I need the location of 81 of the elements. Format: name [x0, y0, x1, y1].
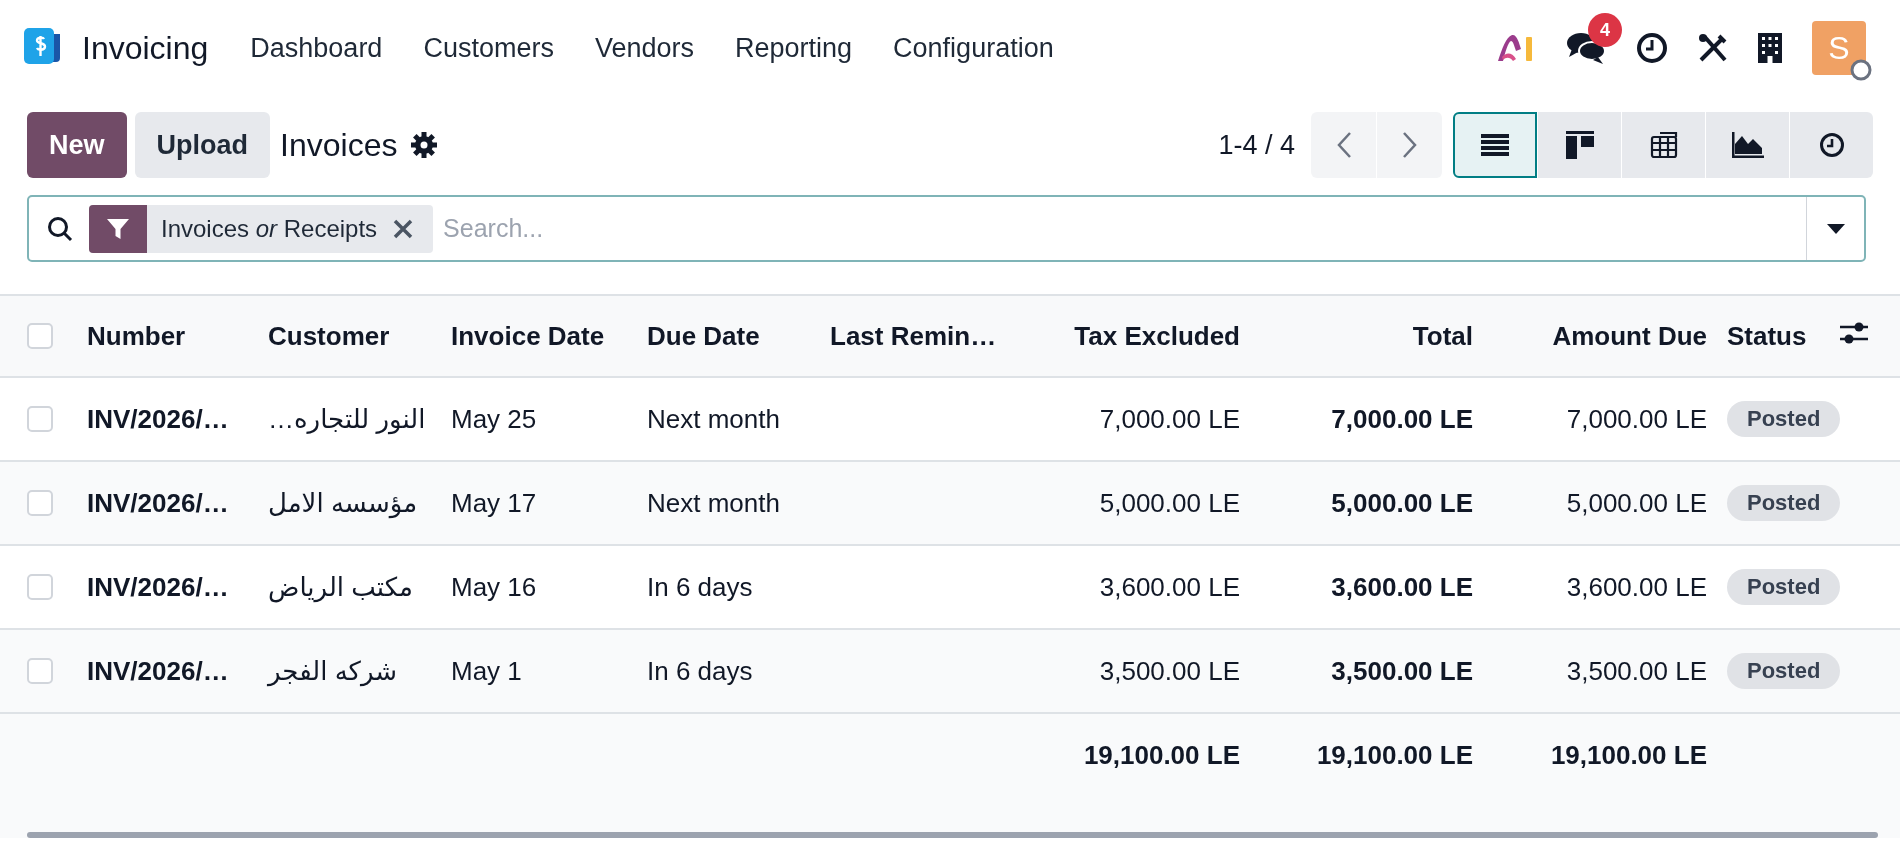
- tools-icon[interactable]: [1698, 33, 1728, 63]
- app-name[interactable]: Invoicing: [82, 29, 209, 67]
- status-badge: Posted: [1727, 569, 1841, 605]
- status-icon: [1850, 59, 1872, 81]
- clock-icon[interactable]: [1636, 32, 1668, 64]
- checkbox[interactable]: [27, 406, 53, 432]
- total-cell: 19,100.00 LE: [1550, 739, 1707, 770]
- pager-count: 1-4 / 4: [1218, 129, 1295, 161]
- status-badge: Posted: [1727, 653, 1841, 689]
- close-icon[interactable]: [393, 218, 414, 239]
- clock-icon: [1818, 132, 1845, 158]
- new-button[interactable]: New: [27, 112, 127, 178]
- table-cell: INV/2026/…: [87, 403, 229, 434]
- menu-item[interactable]: Configuration: [893, 32, 1054, 64]
- table-cell: In 6 days: [647, 571, 753, 602]
- column-header[interactable]: Amount Due: [1552, 320, 1707, 351]
- table-cell: 5,000.00 LE: [1566, 487, 1707, 518]
- total-cell: 19,100.00 LE: [1316, 739, 1473, 770]
- building-icon[interactable]: [1758, 33, 1782, 63]
- table-cell: 3,600.00 LE: [1331, 571, 1473, 602]
- area-chart-icon: [1731, 132, 1764, 158]
- table-cell: 5,000.00 LE: [1331, 487, 1473, 518]
- checkbox[interactable]: [27, 658, 53, 684]
- search-field[interactable]: Invoices or Receipts Search...: [27, 195, 1866, 262]
- table-cell: INV/2026/…: [87, 655, 229, 686]
- filter-facet[interactable]: Invoices or Receipts: [89, 204, 434, 253]
- column-header[interactable]: Invoice Date: [451, 320, 605, 351]
- table-cell: النور للتجاره…: [268, 403, 426, 434]
- column-header[interactable]: Last Remin…: [830, 320, 997, 351]
- table-cell: 3,600.00 LE: [1566, 571, 1707, 602]
- checkbox[interactable]: [27, 490, 53, 516]
- menu-item[interactable]: Vendors: [594, 32, 694, 64]
- search-icon: [47, 215, 73, 242]
- table-cell: مؤسسه الامل: [268, 487, 418, 518]
- column-header[interactable]: Customer: [268, 320, 390, 351]
- chevron-right-icon: [1401, 131, 1418, 159]
- caret-icon: [1826, 223, 1845, 234]
- filter-icon: [106, 216, 130, 241]
- table-cell: Next month: [647, 403, 780, 434]
- table-cell: 7,000.00 LE: [1566, 403, 1707, 434]
- checkbox[interactable]: [27, 574, 53, 600]
- list-icon: [1481, 134, 1509, 156]
- column-header[interactable]: Status: [1727, 320, 1807, 351]
- table-cell: 5,000.00 LE: [1099, 487, 1240, 518]
- column-header[interactable]: Number: [87, 320, 186, 351]
- table-cell: 3,500.00 LE: [1099, 655, 1240, 686]
- table-cell: 3,500.00 LE: [1566, 655, 1707, 686]
- table-cell: مكتب الرياض: [268, 571, 413, 602]
- notification-badge: 4: [1588, 13, 1622, 47]
- column-header[interactable]: Total: [1412, 320, 1473, 351]
- table-cell: Next month: [647, 487, 780, 518]
- menu-item[interactable]: Customers: [423, 32, 554, 64]
- table-cell: INV/2026/…: [87, 487, 229, 518]
- scrollbar[interactable]: [27, 832, 1878, 838]
- column-header[interactable]: Due Date: [647, 320, 760, 351]
- page-title[interactable]: Invoices: [280, 126, 398, 164]
- facet-label: Invoices or Receipts: [160, 214, 379, 243]
- table-cell: May 17: [451, 487, 537, 518]
- checkbox[interactable]: [27, 323, 53, 349]
- table-cell: May 25: [451, 403, 537, 434]
- table-cell: 3,500.00 LE: [1331, 655, 1473, 686]
- table-cell: 3,600.00 LE: [1099, 571, 1240, 602]
- table-cell: شركه الفجر: [268, 655, 398, 686]
- table-cell: In 6 days: [647, 655, 753, 686]
- table-cell: May 16: [451, 571, 537, 602]
- kanban-icon: [1565, 131, 1594, 159]
- table-cell: May 1: [451, 655, 522, 686]
- menu-item[interactable]: Reporting: [735, 32, 853, 64]
- status-badge: Posted: [1727, 401, 1841, 437]
- table-cell: 7,000.00 LE: [1331, 403, 1473, 434]
- table-grid-icon: [1649, 131, 1678, 159]
- total-cell: 19,100.00 LE: [1083, 739, 1240, 770]
- view-switch-button[interactable]: [1453, 112, 1537, 178]
- gear-icon[interactable]: [411, 132, 438, 158]
- status-badge: Posted: [1727, 485, 1841, 521]
- menu-item[interactable]: Dashboard: [250, 32, 383, 64]
- chevron-left-icon: [1335, 131, 1352, 159]
- upload-button[interactable]: Upload: [134, 112, 271, 178]
- table-cell: 7,000.00 LE: [1099, 403, 1240, 434]
- column-header[interactable]: Tax Excluded: [1074, 320, 1240, 351]
- table-cell: INV/2026/…: [87, 571, 229, 602]
